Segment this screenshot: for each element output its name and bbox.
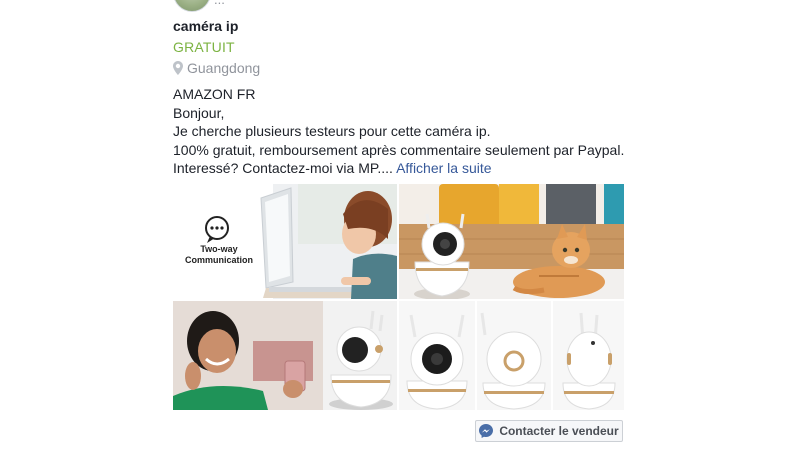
description-last-line: Interessé? Contactez-moi via MP.... Affi… <box>173 159 643 178</box>
photo-camera-back[interactable] <box>477 301 551 410</box>
description-line: Interessé? Contactez-moi via MP.... <box>173 160 393 176</box>
photo-woman-phone[interactable] <box>173 301 397 410</box>
show-more-link[interactable]: Afficher la suite <box>396 160 491 176</box>
messenger-icon <box>479 424 494 438</box>
camera-cat-photo <box>399 184 624 299</box>
feature-label: Two-way Communication <box>184 244 253 265</box>
camera-side-photo <box>553 301 624 410</box>
listing-photo-grid: Two-way Communication <box>173 184 624 410</box>
listing-title: caméra ip <box>173 18 239 34</box>
contact-seller-button[interactable]: Contacter le vendeur <box>475 420 623 442</box>
location-pin-icon <box>173 61 183 75</box>
camera-front-photo <box>399 301 475 410</box>
description-line: Je cherche plusieurs testeurs pour cette… <box>173 123 491 139</box>
seller-avatar[interactable] <box>173 0 211 12</box>
photo-camera-front[interactable] <box>399 301 475 410</box>
listing-description: AMAZON FR Bonjour, Je cherche plusieurs … <box>173 85 643 178</box>
photo-camera-side[interactable] <box>553 301 624 410</box>
location-label: Guangdong <box>187 60 261 76</box>
description-line: 100% gratuit, remboursement après commen… <box>173 141 625 158</box>
contact-seller-label: Contacter le vendeur <box>499 424 619 438</box>
listing-location: Guangdong <box>173 60 260 76</box>
camera-back-photo <box>477 301 551 410</box>
listing-price: GRATUIT <box>173 39 235 55</box>
photo-camera-with-cat[interactable] <box>399 184 624 299</box>
description-line: Bonjour, <box>173 104 225 121</box>
photo-two-way-communication[interactable]: Two-way Communication <box>173 184 397 299</box>
two-way-communication-photo <box>173 184 397 299</box>
description-line: AMAZON FR <box>173 86 256 102</box>
woman-phone-photo <box>173 301 397 410</box>
seller-name-fragment[interactable]: ... <box>214 0 225 7</box>
